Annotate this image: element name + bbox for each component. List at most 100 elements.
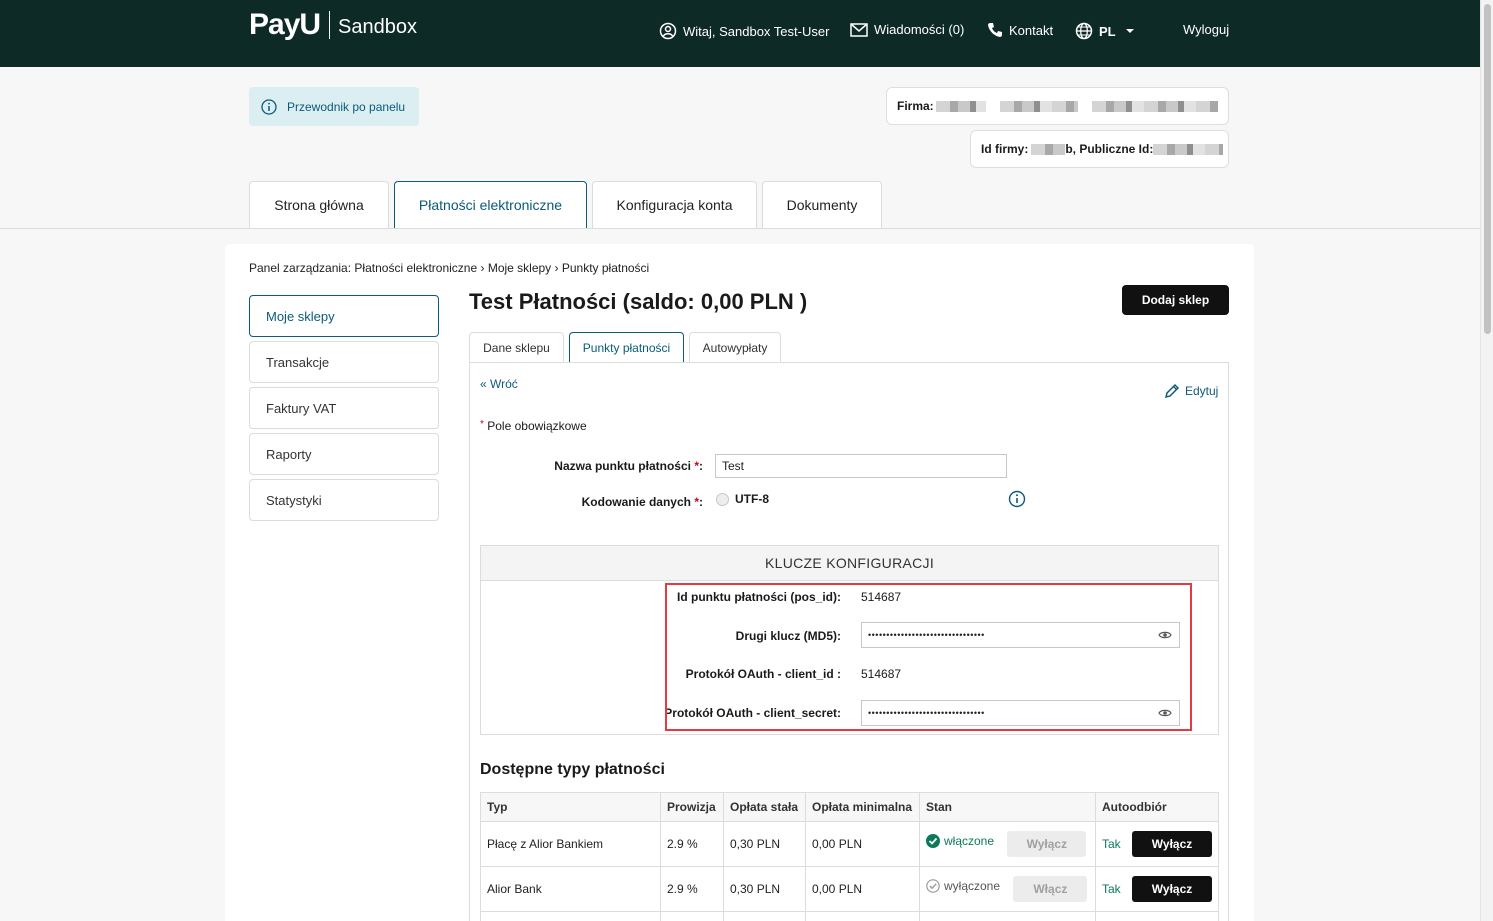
table-header-row: Typ Prowizja Opłata stała Opłata minimal…	[480, 792, 1219, 822]
pos-name-label: Nazwa punktu płatności *:	[500, 459, 703, 473]
panel-guide-button[interactable]: Przewodnik po panelu	[249, 87, 419, 126]
pos-name-input[interactable]: Test	[715, 454, 1007, 478]
payment-types-title: Dostępne typy płatności	[480, 761, 665, 778]
payment-fee: 2.9 %	[660, 866, 724, 912]
enable-button[interactable]: Włącz	[1013, 876, 1088, 902]
user-circle-icon	[659, 22, 677, 40]
language-select[interactable]: PL	[1075, 22, 1141, 40]
column-header: Stan	[919, 792, 1096, 822]
public-id-label: b, Publiczne Id:	[1065, 142, 1154, 156]
scrollbar-thumb[interactable]	[1484, 4, 1491, 334]
firm-id-label: Id firmy:	[981, 142, 1029, 156]
firm-name-box: Firma:	[886, 87, 1229, 125]
payment-fee: 2.9 %	[660, 821, 724, 867]
sidebar-item-my-shops[interactable]: Moje sklepy	[249, 295, 439, 337]
pencil-icon	[1164, 383, 1180, 399]
payment-types-table: Typ Prowizja Opłata stała Opłata minimal…	[480, 792, 1219, 921]
tab-electronic-payments[interactable]: Płatności elektroniczne	[394, 181, 587, 228]
state-enabled: włączone	[926, 834, 994, 848]
keys-highlight-frame	[665, 583, 1192, 731]
required-note: * Pole obowiązkowe	[480, 419, 587, 433]
config-keys-title: KLUCZE KONFIGURACJI	[481, 546, 1218, 581]
language-text: PL	[1099, 23, 1116, 39]
payment-fixed-fee: 0,30 PLN	[723, 866, 806, 912]
auto-collect-value: Tak	[1102, 882, 1121, 896]
required-asterisk: *	[480, 419, 484, 430]
sidebar-item-vat-invoices[interactable]: Faktury VAT	[249, 387, 439, 429]
firm-id-box: Id firmy: b, Publiczne Id:	[970, 130, 1229, 168]
check-circle-outline-icon	[926, 879, 940, 893]
disable-button[interactable]: Wyłącz	[1007, 831, 1087, 857]
state-text: wyłączone	[944, 879, 1001, 893]
payment-type: Alior Bank	[480, 866, 661, 912]
auto-collect-value: Tak	[1102, 837, 1121, 851]
encoding-label: Kodowanie danych *:	[500, 495, 703, 509]
column-header: Opłata minimalna	[805, 792, 920, 822]
edit-button[interactable]: Edytuj	[1164, 383, 1218, 399]
env-label: Sandbox	[338, 15, 418, 38]
tab-payment-points[interactable]: Punkty płatności	[569, 332, 684, 363]
breadcrumb: Panel zarządzania: Płatności elektronicz…	[249, 261, 649, 275]
payment-fixed-fee: 0,30 PLN	[723, 821, 806, 867]
firm-label: Firma:	[897, 99, 934, 113]
logo-divider	[329, 11, 331, 39]
side-navigation: Moje sklepy Transakcje Faktury VAT Rapor…	[249, 295, 439, 525]
column-header: Opłata stała	[723, 792, 806, 822]
auto-collect-disable-button[interactable]: Wyłącz	[1132, 876, 1213, 902]
edit-label: Edytuj	[1185, 384, 1219, 398]
table-row: Płacę z Alior Bankiem 2.9 % 0,30 PLN 0,0…	[480, 821, 1219, 867]
logout-link[interactable]: Wyloguj	[1183, 22, 1229, 37]
sidebar-item-reports[interactable]: Raporty	[249, 433, 439, 475]
public-id-redacted	[1153, 143, 1224, 155]
tab-auto-payouts[interactable]: Autowypłaty	[689, 332, 781, 363]
sidebar-item-statistics[interactable]: Statystyki	[249, 479, 439, 521]
vertical-scrollbar[interactable]	[1480, 0, 1493, 921]
encoding-label-text: Kodowanie danych	[581, 495, 691, 509]
greeting-link[interactable]: Witaj, Sandbox Test-User	[659, 22, 829, 40]
pos-name-colon: :	[699, 459, 703, 473]
firm-name-redacted-2	[999, 100, 1078, 112]
breadcrumb-path[interactable]: Płatności elektroniczne › Moje sklepy › …	[354, 261, 649, 275]
greeting-text: Witaj, Sandbox Test-User	[683, 23, 830, 39]
main-tabs: Strona główna Płatności elektroniczne Ko…	[249, 181, 887, 228]
sub-tabs: Dane sklepu Punkty płatności Autowypłaty	[469, 332, 786, 363]
tab-account-configuration[interactable]: Konfiguracja konta	[592, 181, 757, 228]
tab-documents[interactable]: Dokumenty	[762, 181, 882, 228]
payment-state-cell: włączone Wyłącz	[919, 821, 1096, 867]
messages-text: Wiadomości (0)	[874, 22, 965, 37]
sidebar-item-transactions[interactable]: Transakcje	[249, 341, 439, 383]
tab-home[interactable]: Strona główna	[249, 181, 389, 228]
tab-shop-data[interactable]: Dane sklepu	[469, 332, 564, 363]
messages-link[interactable]: Wiadomości (0)	[850, 22, 964, 37]
back-link[interactable]: « Wróć	[480, 377, 518, 391]
encoding-radio-option[interactable]: UTF-8	[716, 492, 769, 506]
radio-button[interactable]	[716, 492, 729, 506]
encoding-info-icon[interactable]	[1008, 490, 1026, 508]
guide-label: Przewodnik po panelu	[287, 99, 406, 114]
add-shop-button[interactable]: Dodaj sklep	[1122, 285, 1229, 315]
column-header: Autoodbiór	[1095, 792, 1219, 822]
pos-name-label-text: Nazwa punktu płatności	[554, 459, 691, 473]
firm-name-redacted	[935, 100, 986, 112]
table-row	[480, 911, 1219, 921]
encoding-colon: :	[699, 495, 703, 509]
info-icon	[261, 98, 277, 115]
payment-type: Płacę z Alior Bankiem	[480, 821, 661, 867]
payu-logo[interactable]: PayU Sandbox	[249, 8, 417, 42]
auto-collect-disable-button[interactable]: Wyłącz	[1132, 831, 1213, 857]
check-circle-icon	[926, 834, 940, 848]
required-note-text: Pole obowiązkowe	[487, 419, 587, 433]
firm-id-redacted	[1031, 143, 1066, 155]
tabs-divider	[0, 228, 1480, 229]
auto-collect-cell: Tak Wyłącz	[1095, 821, 1219, 867]
page-title: Test Płatności (saldo: 0,00 PLN )	[469, 289, 808, 314]
envelope-icon	[850, 22, 868, 37]
breadcrumb-prefix: Panel zarządzania:	[249, 261, 352, 275]
phone-icon	[988, 23, 1002, 37]
contact-link[interactable]: Kontakt	[987, 22, 1053, 38]
encoding-value: UTF-8	[735, 492, 769, 506]
caret-down-icon	[1125, 29, 1134, 33]
logo-text: PayU	[249, 8, 321, 41]
top-bar: PayU Sandbox Witaj, Sandbox Test-User Wi…	[0, 0, 1480, 67]
globe-icon	[1075, 22, 1093, 40]
